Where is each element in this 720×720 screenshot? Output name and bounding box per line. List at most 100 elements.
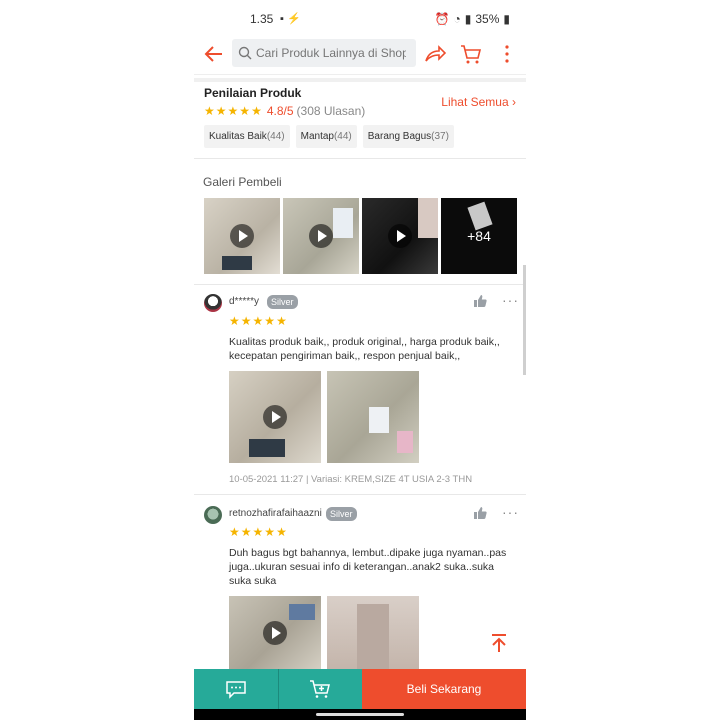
status-bar: 1.35 ▪ ⚡ ⏰ ◔ ▮ 35% ▮ (194, 0, 526, 36)
thumb-bg-shape (357, 604, 389, 669)
tag-mantap[interactable]: Mantap(44) (295, 125, 357, 148)
top-bar (194, 36, 526, 75)
thumb-tag-shape (369, 407, 389, 433)
review-media (229, 371, 419, 463)
half-star-icon: ★ (251, 104, 262, 118)
review-photo-thumb[interactable] (327, 596, 419, 669)
home-gesture-pill[interactable] (316, 713, 404, 716)
play-icon (263, 405, 287, 429)
star-icon: ★ (240, 314, 252, 328)
star-icon: ★ (264, 314, 276, 328)
tag-count: (44) (266, 131, 285, 142)
review-media (229, 596, 419, 669)
tag-label: Kualitas Baik (209, 131, 267, 142)
star-icon: ★ (215, 104, 227, 118)
member-badge: Silver (326, 507, 357, 521)
review-photo-thumb[interactable] (327, 371, 419, 463)
star-icon: ★ (240, 525, 252, 539)
status-right: ⏰ ◔ ▮ 35% ▮ (435, 12, 510, 26)
star-icon: ★ (276, 525, 287, 539)
review-text: Kualitas produk baik,, produk original,,… (229, 336, 500, 362)
more-options-icon[interactable]: ··· (502, 504, 519, 520)
star-icon: ★ (239, 104, 251, 118)
search-bar[interactable] (232, 39, 416, 67)
tag-label: Mantap (300, 131, 334, 142)
thumb-tag-shape (333, 208, 353, 238)
review-video-thumb[interactable] (229, 596, 321, 669)
cart-icon[interactable] (459, 42, 483, 66)
rating-title: Penilaian Produk (204, 86, 302, 100)
battery-icon: ▮ (503, 12, 510, 26)
play-icon (263, 620, 287, 645)
tag-label: Barang Bagus (367, 131, 432, 142)
section-divider (194, 78, 526, 82)
gallery-video-thumb[interactable] (204, 198, 280, 274)
gallery-more-thumb[interactable]: +84 (441, 198, 517, 274)
gallery-more-count: +84 (467, 228, 491, 244)
review-count: (308 Ulasan) (296, 104, 366, 118)
section-divider (194, 158, 526, 159)
member-badge: Silver (267, 295, 298, 309)
wifi-icon: ◔ (453, 12, 461, 26)
play-icon (230, 224, 254, 248)
thumb-bg-shape (418, 198, 438, 238)
gallery-title: Galeri Pembeli (203, 175, 282, 189)
star-icon: ★ (264, 525, 276, 539)
buyer-gallery: +84 (204, 198, 517, 274)
reviewer-name: d*****y (229, 296, 260, 307)
review-video-thumb[interactable] (229, 371, 321, 463)
more-options-icon[interactable]: ··· (502, 292, 519, 308)
tag-count: (44) (333, 131, 352, 142)
gallery-video-thumb[interactable] (362, 198, 438, 274)
search-input[interactable] (252, 45, 408, 61)
system-nav-bar (194, 709, 526, 720)
thumb-label-shape (222, 256, 252, 270)
phone-screen: 1.35 ▪ ⚡ ⏰ ◔ ▮ 35% ▮ Cari Produk Lainnya… (194, 0, 526, 720)
rating-tags: Kualitas Baik(44) Mantap(44) Barang Bagu… (204, 125, 454, 148)
signal-icon: ▮ (464, 12, 472, 26)
chevron-right-icon: › (512, 95, 516, 109)
thumb-bg-shape (397, 431, 413, 453)
rating-score: 4.8/5 (266, 104, 294, 118)
add-to-cart-button[interactable] (278, 669, 362, 709)
thumb-label-shape (249, 439, 285, 457)
rating-summary: ★ ★ ★ ★ ★ 4.8/5 (308 Ulasan) (204, 104, 365, 118)
play-icon (309, 224, 333, 248)
star-icon: ★ (204, 104, 215, 118)
star-icon: ★ (252, 314, 264, 328)
star-icon: ★ (252, 525, 264, 539)
tag-barang-bagus[interactable]: Barang Bagus(37) (362, 125, 454, 148)
scroll-to-top-icon[interactable] (488, 632, 510, 654)
like-icon[interactable] (473, 294, 487, 308)
bottom-action-bar: Beli Sekarang (194, 669, 526, 709)
tag-kualitas-baik[interactable]: Kualitas Baik(44) (204, 125, 290, 148)
tag-count: (37) (431, 131, 449, 142)
scrollbar[interactable] (523, 265, 526, 375)
back-arrow-icon[interactable] (202, 42, 226, 66)
status-time: 1.35 (250, 12, 274, 26)
more-options-icon[interactable] (495, 42, 519, 66)
star-icon: ★ (229, 525, 240, 539)
reviewer-name: retnozhafirafaihaazni (229, 508, 322, 519)
star-icon: ★ (276, 314, 287, 328)
chat-button[interactable] (194, 669, 278, 709)
star-icon: ★ (227, 104, 239, 118)
see-all-label: Lihat Semua (441, 95, 509, 109)
avatar (204, 506, 222, 524)
review-stars: ★ ★ ★ ★ ★ (229, 525, 288, 539)
buy-now-button[interactable]: Beli Sekarang (362, 669, 526, 709)
gallery-video-thumb[interactable] (283, 198, 359, 274)
share-icon[interactable] (423, 42, 447, 66)
like-icon[interactable] (473, 506, 487, 520)
star-icon: ★ (229, 314, 240, 328)
avatar (204, 294, 222, 312)
battery-level: 35% (475, 12, 500, 26)
review-meta: 10-05-2021 11:27 | Variasi: KREM,SIZE 4T… (229, 474, 473, 485)
chat-icon (226, 681, 246, 699)
search-icon (238, 46, 252, 60)
add-cart-icon (310, 680, 330, 698)
review-text: Duh bagus bgt bahannya, lembut..dipake j… (229, 547, 507, 587)
notification-icons: ▪ ⚡ (280, 13, 301, 25)
see-all-link[interactable]: Lihat Semua › (441, 95, 516, 109)
play-icon (388, 224, 412, 248)
